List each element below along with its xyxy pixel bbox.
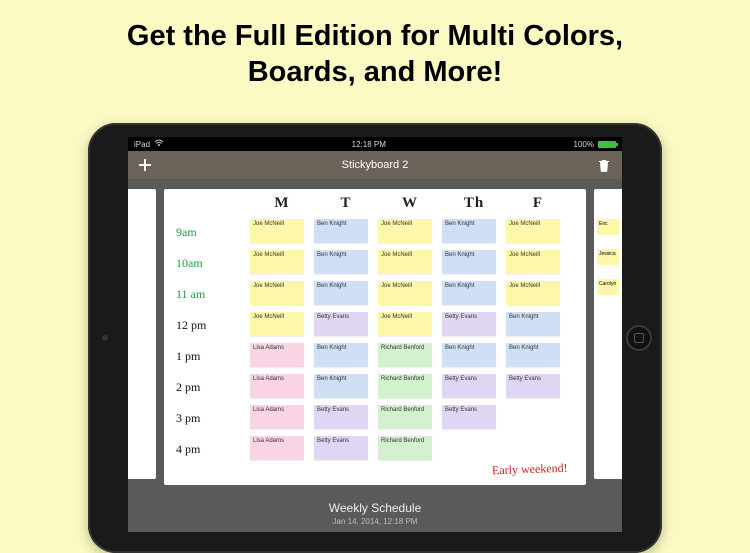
promo-headline: Get the Full Edition for Multi Colors, B… bbox=[0, 0, 750, 91]
sticky-note[interactable]: Betty Evans bbox=[506, 374, 560, 398]
day-header: W bbox=[392, 195, 428, 212]
day-headers: M T W Th F bbox=[264, 195, 556, 212]
sticky-note[interactable]: Richard Benford bbox=[378, 405, 432, 429]
sticky-note[interactable]: Betty Evans bbox=[314, 405, 368, 429]
sticky-note[interactable]: Ben Knight bbox=[314, 374, 368, 398]
sticky-note[interactable]: Joe McNeill bbox=[506, 281, 560, 305]
status-battery-pct: 100% bbox=[574, 140, 594, 149]
sticky-note[interactable]: Ben Knight bbox=[442, 219, 496, 243]
time-label: 4 pm bbox=[176, 440, 206, 458]
sticky-note[interactable]: Joe McNeill bbox=[378, 281, 432, 305]
time-label: 9am bbox=[176, 223, 206, 241]
day-header: M bbox=[264, 195, 300, 212]
sticky-note[interactable]: Ben Knight bbox=[314, 343, 368, 367]
time-label: 1 pm bbox=[176, 347, 206, 365]
time-labels: 9am 10am 11 am 12 pm 1 pm 2 pm 3 pm 4 pm bbox=[176, 223, 206, 458]
sticky-note[interactable]: Joe McNeill bbox=[378, 250, 432, 274]
day-header: T bbox=[328, 195, 364, 212]
time-label: 10am bbox=[176, 254, 206, 272]
sticky-note[interactable]: Lisa Adams bbox=[250, 374, 304, 398]
sticky-note[interactable]: Lisa Adams bbox=[250, 436, 304, 460]
time-label: 11 am bbox=[176, 285, 206, 303]
sticky-note[interactable]: Joe McNeill bbox=[250, 250, 304, 274]
sticky-note[interactable]: Betty Evans bbox=[314, 436, 368, 460]
board-date: Jan 14, 2014, 12:18 PM bbox=[128, 517, 622, 526]
headline-line1: Get the Full Edition for Multi Colors, bbox=[40, 18, 710, 54]
ipad-frame: iPad 12:18 PM 100% Stickyboard 2 Eric Jes… bbox=[88, 123, 662, 553]
sticky-note[interactable]: Ben Knight bbox=[506, 343, 560, 367]
sticky-note[interactable]: Betty Evans bbox=[314, 312, 368, 336]
whiteboard[interactable]: M T W Th F 9am 10am 11 am 12 pm 1 pm 2 pm 3 pm 4 pm… bbox=[164, 189, 586, 485]
sticky-note[interactable]: Betty Evans bbox=[442, 405, 496, 429]
battery-icon bbox=[598, 141, 616, 148]
sticky-note[interactable]: Ben Knight bbox=[506, 312, 560, 336]
wifi-icon bbox=[154, 139, 164, 149]
ipad-home-button[interactable] bbox=[626, 325, 652, 351]
empty-slot bbox=[506, 405, 560, 429]
sticky-note-peek[interactable]: Eric bbox=[597, 219, 619, 235]
sticky-note[interactable]: Richard Benford bbox=[378, 436, 432, 460]
empty-slot bbox=[506, 436, 560, 460]
time-label: 12 pm bbox=[176, 316, 206, 334]
day-header: F bbox=[520, 195, 556, 212]
ios-status-bar: iPad 12:18 PM 100% bbox=[128, 137, 622, 151]
sticky-note[interactable]: Betty Evans bbox=[442, 374, 496, 398]
sticky-note[interactable]: Lisa Adams bbox=[250, 343, 304, 367]
sticky-note[interactable]: Ben Knight bbox=[442, 343, 496, 367]
sticky-note[interactable]: Richard Benford bbox=[378, 374, 432, 398]
delete-button[interactable] bbox=[598, 158, 612, 172]
sticky-note[interactable]: Betty Evans bbox=[442, 312, 496, 336]
ipad-camera bbox=[102, 335, 108, 341]
time-label: 2 pm bbox=[176, 378, 206, 396]
sticky-note[interactable]: Ben Knight bbox=[314, 219, 368, 243]
sticky-note[interactable]: Joe McNeill bbox=[506, 250, 560, 274]
sticky-note[interactable]: Ben Knight bbox=[442, 281, 496, 305]
sticky-grid: Joe McNeill Ben Knight Joe McNeill Ben Knig… bbox=[250, 219, 560, 460]
status-time: 12:18 PM bbox=[352, 140, 386, 149]
empty-slot bbox=[442, 436, 496, 460]
sticky-note[interactable]: Ben Knight bbox=[314, 250, 368, 274]
sticky-note-peek[interactable]: Carolyn bbox=[597, 279, 619, 295]
day-header: Th bbox=[456, 195, 492, 212]
ipad-screen: iPad 12:18 PM 100% Stickyboard 2 Eric Jes… bbox=[128, 137, 622, 532]
sticky-note[interactable]: Joe McNeill bbox=[506, 219, 560, 243]
next-board-peek[interactable]: Eric Jessica Carolyn bbox=[594, 189, 622, 479]
headline-line2: Boards, and More! bbox=[40, 54, 710, 90]
board-viewer[interactable]: Eric Jessica Carolyn M T W Th F 9am 10am 11 am 12… bbox=[128, 179, 622, 532]
sticky-note-peek[interactable]: Jessica bbox=[597, 249, 619, 265]
app-toolbar: Stickyboard 2 bbox=[128, 151, 622, 179]
sticky-note[interactable]: Ben Knight bbox=[442, 250, 496, 274]
sticky-note[interactable]: Joe McNeill bbox=[250, 219, 304, 243]
handwriting-note: Early weekend! bbox=[492, 462, 568, 477]
sticky-note[interactable]: Lisa Adams bbox=[250, 405, 304, 429]
sticky-note[interactable]: Ben Knight bbox=[314, 281, 368, 305]
prev-board-peek[interactable] bbox=[128, 189, 156, 479]
board-footer: Weekly Schedule Jan 14, 2014, 12:18 PM bbox=[128, 501, 622, 526]
add-board-button[interactable] bbox=[138, 158, 152, 172]
sticky-note[interactable]: Joe McNeill bbox=[250, 281, 304, 305]
status-device: iPad bbox=[134, 140, 150, 149]
sticky-note[interactable]: Joe McNeill bbox=[378, 312, 432, 336]
app-title: Stickyboard 2 bbox=[152, 159, 598, 171]
sticky-note[interactable]: Joe McNeill bbox=[378, 219, 432, 243]
time-label: 3 pm bbox=[176, 409, 206, 427]
board-title: Weekly Schedule bbox=[128, 501, 622, 515]
sticky-note[interactable]: Joe McNeill bbox=[250, 312, 304, 336]
sticky-note[interactable]: Richard Benford bbox=[378, 343, 432, 367]
